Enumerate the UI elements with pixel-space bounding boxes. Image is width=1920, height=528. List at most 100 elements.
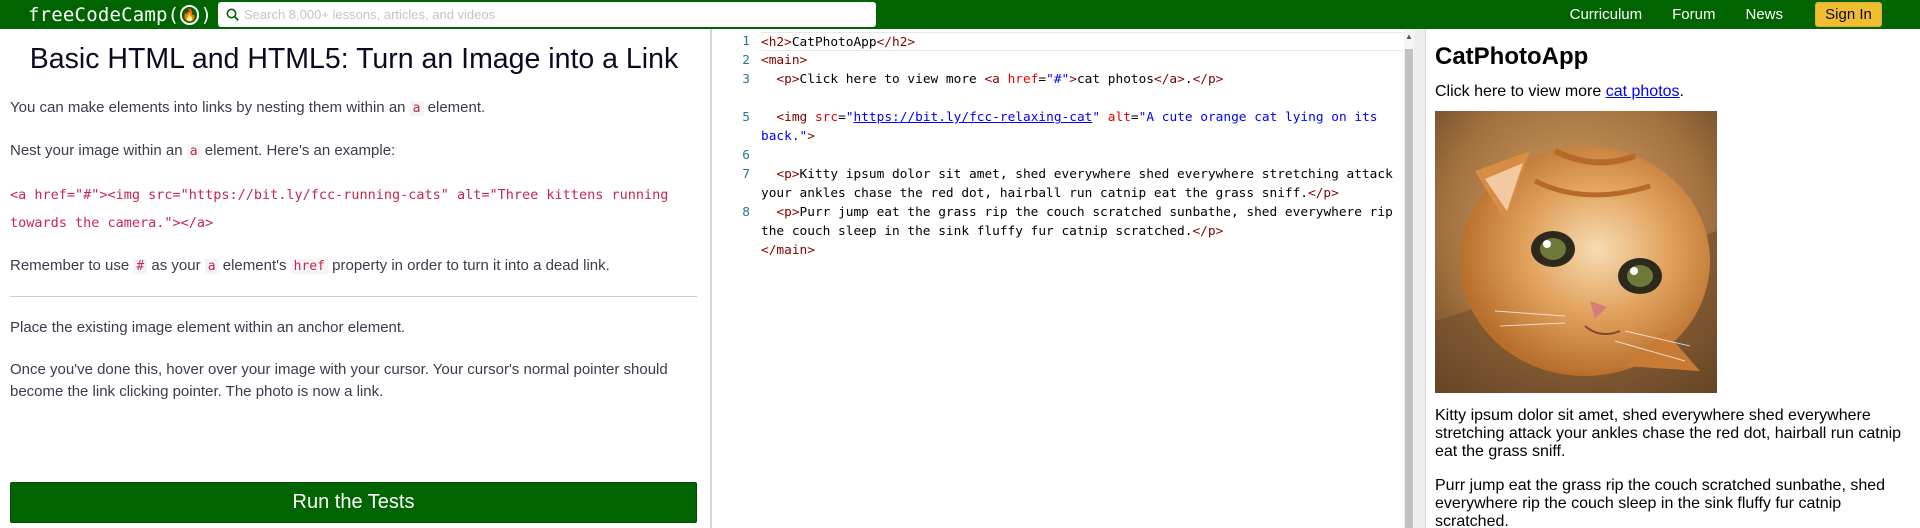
- token: <main>: [761, 53, 808, 68]
- token: CatPhotoApp: [791, 35, 877, 50]
- inline-code: #: [133, 259, 148, 274]
- top-navbar: freeCodeCamp(🔥) Curriculum Forum News Si…: [0, 0, 1920, 29]
- instruction-paragraph-2: Nest your image within an a element. Her…: [10, 140, 700, 163]
- inline-code: a: [186, 144, 201, 159]
- logo-text-right: ): [200, 3, 213, 26]
- token: </p>: [1308, 186, 1339, 201]
- text-span: Nest your image within an: [10, 142, 187, 159]
- code-line-6[interactable]: [761, 146, 1406, 165]
- line-number: [712, 184, 756, 203]
- logo-text-left: freeCodeCamp(: [28, 3, 180, 26]
- nav-link-curriculum[interactable]: Curriculum: [1570, 6, 1643, 23]
- token: .: [1184, 72, 1193, 87]
- inline-code: a: [409, 101, 424, 116]
- line-number: [712, 89, 756, 108]
- preview-paragraph-2: Kitty ipsum dolor sit amet, shed everywh…: [1435, 407, 1902, 460]
- text-span: element. Here's an example:: [200, 142, 396, 159]
- fcc-logo[interactable]: freeCodeCamp(🔥): [28, 3, 212, 26]
- instruction-paragraph-3: Remember to use # as your a element's hr…: [10, 255, 700, 278]
- instruction-paragraph-1: You can make elements into links by nest…: [10, 97, 700, 120]
- token: alt: [1107, 110, 1131, 125]
- lesson-instructions-pane: Basic HTML and HTML5: Turn an Image into…: [0, 29, 710, 528]
- token: ": [845, 110, 854, 125]
- code-line-3[interactable]: <p>Click here to view more <a href="#">c…: [761, 70, 1406, 89]
- code-line-2[interactable]: <main>: [761, 51, 1406, 70]
- token: <p>: [776, 72, 800, 87]
- nav-link-forum[interactable]: Forum: [1672, 6, 1715, 23]
- scroll-up-arrow-icon[interactable]: ▲: [1405, 32, 1413, 41]
- text-span: .: [1679, 83, 1684, 100]
- code-line-8-wrap[interactable]: the couch sleep in the sink fluffy fur c…: [761, 222, 1406, 241]
- text-span: as your: [147, 257, 205, 274]
- token: </main>: [761, 243, 815, 258]
- search-box[interactable]: [218, 2, 876, 27]
- editor-scrollbar[interactable]: ▲: [1404, 29, 1414, 528]
- token: <p>: [776, 205, 800, 220]
- token: "#": [1046, 72, 1070, 87]
- code-line-7-wrap[interactable]: your ankles chase the red dot, hairball …: [761, 184, 1406, 203]
- token[interactable]: https://bit.ly/fcc-relaxing-cat: [854, 110, 1093, 125]
- line-number-gutter: 1 2 3 5 6 7 8: [712, 32, 756, 241]
- line-number: 2: [742, 53, 750, 68]
- line-number: 8: [742, 205, 750, 220]
- search-input[interactable]: [244, 7, 864, 22]
- code-line-5-wrap[interactable]: back.">: [761, 127, 1406, 146]
- section-divider: [10, 296, 697, 297]
- token: Purr jump eat the grass rip the couch sc…: [799, 205, 1393, 220]
- preview-pane: CatPhotoApp Click here to view more cat …: [1427, 29, 1920, 528]
- text-span: element.: [423, 99, 486, 116]
- token: Kitty ipsum dolor sit amet, shed everywh…: [799, 167, 1393, 182]
- token: >: [1069, 72, 1077, 87]
- token: >: [807, 129, 815, 144]
- nav-link-news[interactable]: News: [1745, 6, 1783, 23]
- line-number: 1: [742, 34, 750, 49]
- token: </p>: [1192, 72, 1224, 87]
- line-number: 7: [742, 167, 750, 182]
- scrollbar-thumb[interactable]: [1405, 49, 1413, 528]
- line-number: 5: [742, 110, 750, 125]
- line-number: [712, 127, 756, 146]
- task-hint: Once you've done this, hover over your i…: [10, 361, 668, 400]
- example-code-line-1: <a href="#"><img src="https://bit.ly/fcc…: [10, 187, 669, 203]
- search-icon: [226, 8, 239, 21]
- text-span: Click here to view more: [1435, 83, 1606, 100]
- text-span: Remember to use: [10, 257, 134, 274]
- token: the couch sleep in the sink fluffy fur c…: [761, 224, 1193, 239]
- line-number: [712, 222, 756, 241]
- token: =: [838, 110, 846, 125]
- line-number: 3: [742, 72, 750, 87]
- token: <h2>: [761, 35, 792, 50]
- token: src: [814, 110, 839, 125]
- cat-photo-image[interactable]: [1435, 111, 1717, 393]
- preview-heading: CatPhotoApp: [1435, 43, 1589, 70]
- cat-photos-link[interactable]: cat photos: [1606, 83, 1680, 100]
- token: back.": [761, 129, 808, 144]
- token: <p>: [776, 167, 800, 182]
- text-span: You can make elements into links by nest…: [10, 99, 410, 116]
- code-line-8[interactable]: <p>Purr jump eat the grass rip the couch…: [761, 203, 1406, 222]
- token: =: [1038, 72, 1047, 87]
- token: </a>: [1154, 72, 1185, 87]
- token: Click here to view more: [799, 72, 985, 87]
- code-editor[interactable]: 1 2 3 5 6 7 8 <h2>CatPhotoApp</h2> <main…: [712, 29, 1406, 528]
- sign-in-button[interactable]: Sign In: [1815, 2, 1882, 27]
- run-tests-button[interactable]: Run the Tests: [10, 482, 697, 523]
- pane-splitter-right[interactable]: [1414, 29, 1426, 528]
- preview-paragraph-3: Purr jump eat the grass rip the couch sc…: [1435, 477, 1886, 528]
- code-line-7[interactable]: <p>Kitty ipsum dolor sit amet, shed ever…: [761, 165, 1406, 184]
- token: </p>: [1192, 224, 1224, 239]
- token: cat photos: [1076, 72, 1155, 87]
- code-line-1[interactable]: <h2>CatPhotoApp</h2>: [761, 32, 1406, 51]
- code-lines[interactable]: <h2>CatPhotoApp</h2> <main> <p>Click her…: [761, 32, 1406, 260]
- code-line-9[interactable]: </main>: [761, 241, 1406, 260]
- text-span: property in order to turn it into a dead…: [327, 257, 610, 274]
- lesson-title: Basic HTML and HTML5: Turn an Image into…: [29, 43, 679, 75]
- example-code-block: <a href="#"><img src="https://bit.ly/fcc…: [10, 181, 700, 237]
- token: <a: [984, 72, 1008, 87]
- token: =: [1130, 110, 1139, 125]
- flame-icon: 🔥: [180, 4, 200, 25]
- code-line-4[interactable]: [761, 89, 1406, 108]
- inline-code: href: [290, 259, 328, 274]
- token: your ankles chase the red dot, hairball …: [761, 186, 1309, 201]
- code-line-5[interactable]: <img src="https://bit.ly/fcc-relaxing-ca…: [761, 108, 1406, 127]
